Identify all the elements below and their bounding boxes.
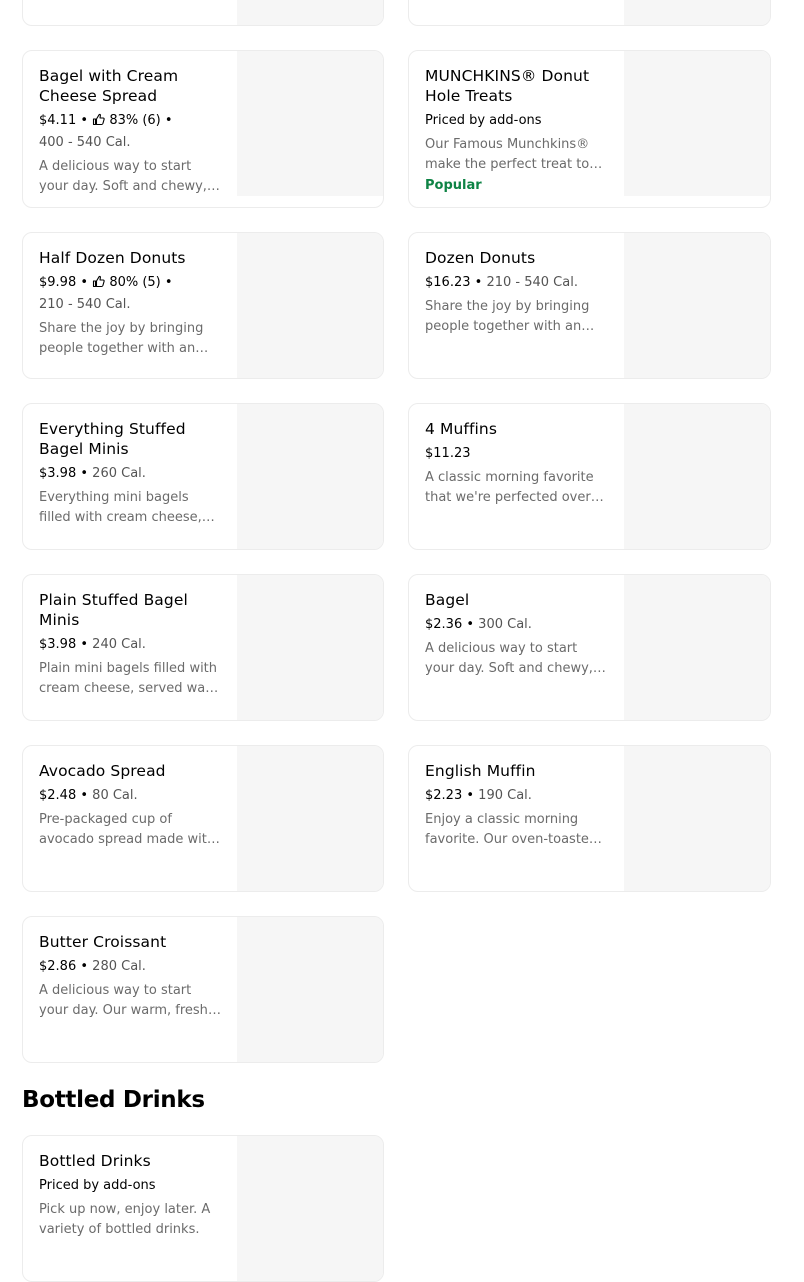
item-image [624, 746, 770, 891]
item-description: Everything mini bagels filled with cream… [39, 490, 202, 525]
item-image [237, 0, 383, 25]
menu-item-bagel-cream-cheese[interactable]: Bagel with Cream Cheese Spread $4.11 • 8… [22, 50, 384, 208]
item-price-note: Priced by add-ons [425, 113, 542, 128]
item-name: Bagel [425, 591, 470, 609]
item-calories: 190 Cal. [478, 788, 532, 803]
item-meta: $3.98 • 260 Cal. [39, 466, 146, 481]
item-name: Dozen Donuts [425, 249, 536, 267]
item-meta: $2.48 • 80 Cal. [39, 788, 138, 803]
item-meta: $2.36 • 300 Cal. [425, 617, 532, 632]
menu-item-butter-croissant[interactable]: Butter Croissant $2.86 • 280 Cal. A deli… [22, 916, 384, 1063]
menu-item-card-partial-left[interactable] [22, 0, 384, 26]
item-price: $9.98 [39, 275, 77, 290]
item-price: $2.86 [39, 959, 77, 974]
item-image [624, 51, 770, 196]
item-image [624, 404, 770, 549]
menu-item-bottled-drinks[interactable]: Bottled Drinks Priced by add-ons Pick up… [22, 1135, 384, 1282]
item-calories: 280 Cal. [92, 959, 146, 974]
item-image [237, 233, 383, 378]
menu-item-bagel[interactable]: Bagel $2.36 • 300 Cal. A delicious way t… [408, 574, 771, 721]
item-price: $16.23 [425, 275, 471, 290]
item-description: A delicious way to start your day. Soft … [425, 641, 593, 676]
item-calories: 400 - 540 Cal. [39, 135, 131, 150]
item-rating: 83% (6) [109, 113, 161, 128]
item-name: Plain Stuffed Bagel Minis [39, 591, 188, 629]
item-meta: $2.23 • 190 Cal. [425, 788, 532, 803]
item-price: $3.98 [39, 466, 77, 481]
item-calories: 300 Cal. [478, 617, 532, 632]
item-name: Everything Stuffed Bagel Minis [39, 420, 186, 458]
item-description: Pre-packaged cup of avocado spread made … [39, 812, 216, 847]
item-calories: 210 - 540 Cal. [486, 275, 578, 290]
item-price-note: Priced by add-ons [39, 1178, 156, 1193]
item-description: Share the joy by bringing people togethe… [425, 299, 590, 334]
item-description: Pick up now, enjoy later. A variety of b… [39, 1202, 211, 1237]
item-image [237, 917, 383, 1062]
menu-item-dozen-donuts[interactable]: Dozen Donuts $16.23 • 210 - 540 Cal. Sha… [408, 232, 771, 379]
item-description: A delicious way to start your day. Our w… [39, 983, 220, 1018]
item-calories: 240 Cal. [92, 637, 146, 652]
menu-item-card-partial-right[interactable] [408, 0, 771, 26]
item-name: Bottled Drinks [39, 1152, 151, 1170]
menu-item-plain-stuffed-bagel-minis[interactable]: Plain Stuffed Bagel Minis $3.98 • 240 Ca… [22, 574, 384, 721]
item-image [237, 746, 383, 891]
item-calories: 210 - 540 Cal. [39, 297, 131, 312]
item-image [624, 233, 770, 378]
item-name: Avocado Spread [39, 762, 166, 780]
item-name: English Muffin [425, 762, 536, 780]
menu-item-avocado-spread[interactable]: Avocado Spread $2.48 • 80 Cal. Pre-packa… [22, 745, 384, 892]
item-calories: 80 Cal. [92, 788, 138, 803]
item-description: Share the joy by bringing people togethe… [39, 321, 204, 356]
item-description: A delicious way to start your day. Soft … [39, 159, 207, 194]
item-price: $11.23 [425, 446, 471, 461]
menu-item-everything-stuffed-bagel-minis[interactable]: Everything Stuffed Bagel Minis $3.98 • 2… [22, 403, 384, 550]
item-image [237, 404, 383, 549]
menu-item-english-muffin[interactable]: English Muffin $2.23 • 190 Cal. Enjoy a … [408, 745, 771, 892]
thumbs-up-icon [92, 275, 105, 295]
section-title-bottled-drinks: Bottled Drinks [22, 1087, 205, 1113]
item-description: Enjoy a classic morning favorite. Our ov… [425, 812, 598, 847]
item-price: $3.98 [39, 637, 77, 652]
thumbs-up-icon [92, 113, 105, 133]
item-price: $4.11 [39, 113, 77, 128]
item-meta: $3.98 • 240 Cal. [39, 637, 146, 652]
item-meta: $2.86 • 280 Cal. [39, 959, 146, 974]
item-image [237, 575, 383, 720]
item-meta: $16.23 • 210 - 540 Cal. [425, 275, 578, 290]
item-name: MUNCHKINS® Donut Hole Treats [425, 67, 590, 105]
item-rating: 80% (5) [109, 275, 161, 290]
item-description: Our Famous Munchkins® make the perfect t… [425, 137, 590, 172]
item-meta: $9.98 • 80% (5) • 210 - 540 Cal. [39, 275, 173, 312]
item-name: Bagel with Cream Cheese Spread [39, 67, 179, 105]
item-description: A classic morning favorite that we're pe… [425, 470, 594, 505]
item-meta: $4.11 • 83% (6) • 400 - 540 Cal. [39, 113, 173, 150]
item-price: $2.36 [425, 617, 463, 632]
item-name: Butter Croissant [39, 933, 167, 951]
item-image [237, 51, 383, 196]
item-price: $2.48 [39, 788, 77, 803]
item-name: 4 Muffins [425, 420, 498, 438]
item-calories: 260 Cal. [92, 466, 146, 481]
item-price: $2.23 [425, 788, 463, 803]
item-image [624, 0, 770, 25]
menu-item-4-muffins[interactable]: 4 Muffins $11.23 A classic morning favor… [408, 403, 771, 550]
menu-item-munchkins[interactable]: MUNCHKINS® Donut Hole Treats Priced by a… [408, 50, 771, 208]
item-meta: $11.23 [425, 444, 609, 464]
item-image [624, 575, 770, 720]
item-name: Half Dozen Donuts [39, 249, 186, 267]
popular-badge: Popular [425, 178, 482, 193]
item-image [237, 1136, 383, 1281]
item-description: Plain mini bagels filled with cream chee… [39, 661, 223, 696]
menu-item-half-dozen-donuts[interactable]: Half Dozen Donuts $9.98 • 80% (5) • 210 … [22, 232, 384, 379]
